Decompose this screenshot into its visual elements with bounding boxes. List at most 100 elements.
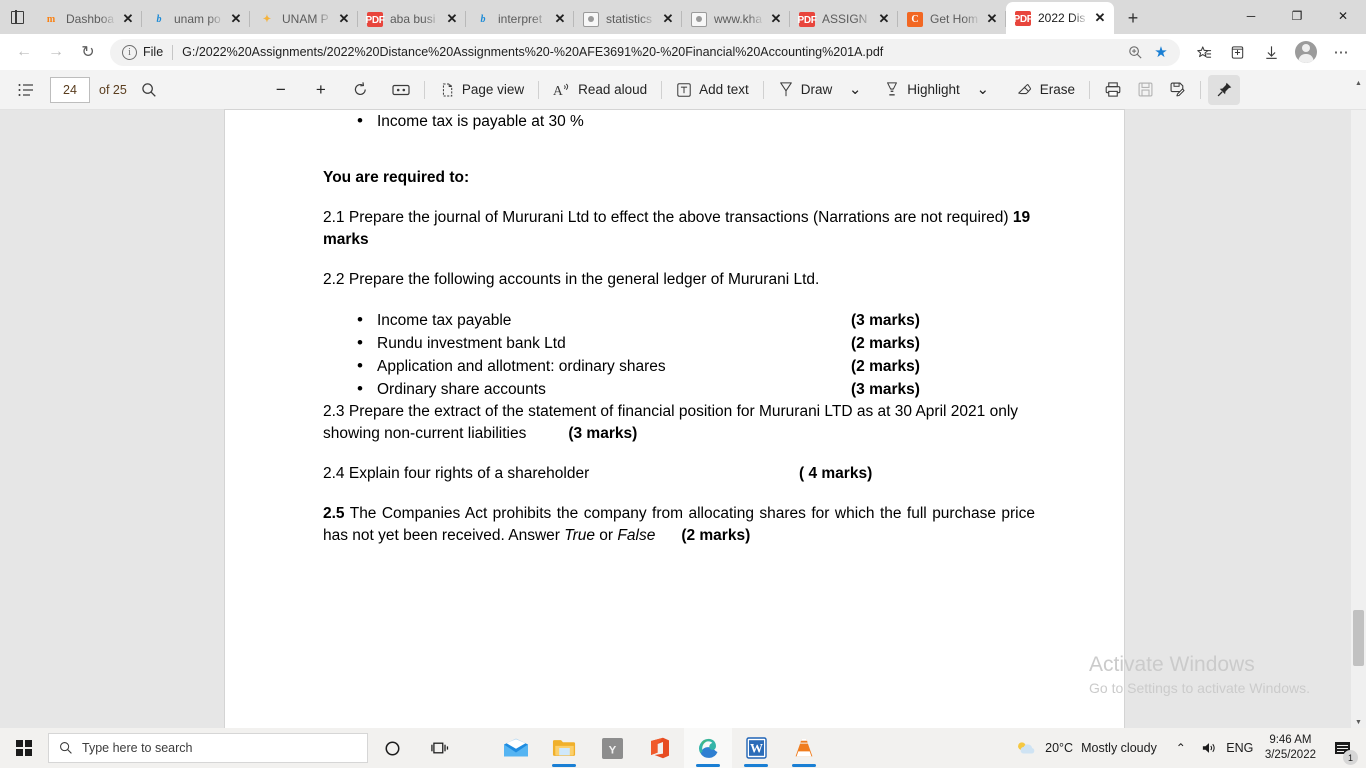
address-bar[interactable]: i File G:/2022%20Assignments/2022%20Dist… (110, 38, 1180, 66)
office-icon[interactable] (636, 728, 684, 768)
browser-tab-8[interactable]: C Get Hom ✕ (898, 4, 1006, 34)
browser-tab-4[interactable]: b interpret ✕ (466, 4, 574, 34)
browser-tab-2[interactable]: ✦ UNAM P ✕ (250, 4, 358, 34)
language-indicator[interactable]: ENG (1223, 728, 1257, 768)
tab-list-icon[interactable] (0, 2, 34, 32)
close-tab-icon[interactable]: ✕ (1092, 10, 1108, 26)
browser-tab-1[interactable]: b unam po ✕ (142, 4, 250, 34)
draw-chevron-down-icon[interactable]: ⌄ (839, 75, 871, 105)
file-explorer-icon[interactable] (540, 728, 588, 768)
close-tab-icon[interactable]: ✕ (120, 11, 136, 27)
browser-tab-6[interactable]: www.kha ✕ (682, 4, 790, 34)
close-tab-icon[interactable]: ✕ (552, 11, 568, 27)
required-heading: You are required to: (323, 169, 470, 186)
downloads-icon[interactable] (1254, 37, 1288, 67)
edge-icon[interactable] (684, 728, 732, 768)
top-bullet-list: Income tax is payable at 30 % (323, 109, 1035, 133)
pdf-viewer: Income tax is payable at 30 % You are re… (0, 109, 1366, 730)
more-icon[interactable]: ⋯ (1324, 37, 1358, 67)
list-item: Application and allotment: ordinary shar… (323, 354, 1035, 378)
q25-marks: (2 marks) (681, 527, 751, 544)
account-marks: (3 marks) (851, 381, 920, 398)
volume-icon[interactable] (1195, 728, 1223, 768)
save-as-icon[interactable] (1161, 75, 1193, 105)
close-tab-icon[interactable]: ✕ (228, 11, 244, 27)
tray-chevron-up-icon[interactable]: ⌃ (1167, 728, 1195, 768)
toolbar-divider (1200, 80, 1202, 99)
mail-icon[interactable] (492, 728, 540, 768)
favorites-icon[interactable] (1186, 37, 1220, 67)
close-window-button[interactable]: ✕ (1320, 0, 1366, 32)
site-info-icon[interactable]: i (122, 44, 137, 60)
rotate-icon[interactable] (345, 75, 377, 105)
zoom-in-button[interactable]: + (305, 75, 337, 105)
close-tab-icon[interactable]: ✕ (876, 11, 892, 27)
vertical-scrollbar[interactable]: ▲ ▼ (1351, 80, 1366, 730)
browser-tab-0[interactable]: m Dashboa ✕ (34, 4, 142, 34)
notification-center-button[interactable]: 1 (1324, 728, 1360, 768)
pdf-page: Income tax is payable at 30 % You are re… (225, 109, 1124, 730)
weather-widget[interactable]: 20°C Mostly cloudy (1005, 740, 1167, 757)
draw-label: Draw (800, 82, 833, 97)
maximize-restore-button[interactable]: ❐ (1274, 0, 1320, 32)
back-icon[interactable]: ← (8, 37, 40, 67)
table-of-contents-icon[interactable] (10, 75, 42, 105)
draw-button[interactable]: Draw (771, 75, 840, 105)
close-tab-icon[interactable]: ✕ (444, 11, 460, 27)
reload-icon[interactable]: ↻ (72, 37, 104, 67)
search-icon[interactable] (133, 75, 165, 105)
word-icon[interactable]: W (732, 728, 780, 768)
windows-start-icon[interactable] (0, 728, 48, 768)
highlight-chevron-down-icon[interactable]: ⌄ (967, 75, 999, 105)
page-view-button[interactable]: Page view (432, 75, 531, 105)
erase-button[interactable]: Erase (1009, 75, 1082, 105)
new-tab-button[interactable]: + (1118, 4, 1148, 32)
browser-tab-7[interactable]: PDF ASSIGN ✕ (790, 4, 898, 34)
page-number-input[interactable]: 24 (50, 76, 90, 103)
q25-text: The Companies Act prohibits the company … (323, 505, 1035, 544)
zoom-out-button[interactable]: − (265, 75, 297, 105)
scroll-up-icon[interactable]: ▲ (1351, 76, 1366, 91)
close-tab-icon[interactable]: ✕ (660, 11, 676, 27)
highlight-button[interactable]: Highlight (877, 75, 967, 105)
taskbar-search-input[interactable]: Type here to search (48, 733, 368, 763)
zoom-icon[interactable] (1122, 40, 1148, 64)
scrollbar-thumb[interactable] (1353, 610, 1364, 666)
browser-tab-5[interactable]: statistics ✕ (574, 4, 682, 34)
taskbar-clock[interactable]: 9:46 AM 3/25/2022 (1257, 733, 1324, 763)
task-view-icon[interactable] (416, 728, 464, 768)
profile-icon[interactable] (1295, 41, 1317, 63)
pin-icon[interactable] (1208, 74, 1241, 105)
add-text-button[interactable]: Add text (669, 75, 756, 105)
yandex-icon[interactable]: Y (588, 728, 636, 768)
tab-title: www.kha (714, 12, 763, 26)
window-controls: ─ ❐ ✕ (1228, 0, 1366, 32)
cortana-icon[interactable] (368, 728, 416, 768)
forward-icon[interactable]: → (40, 37, 72, 67)
read-aloud-button[interactable]: A Read aloud (546, 75, 654, 105)
print-icon[interactable] (1097, 75, 1129, 105)
question-2-3: 2.3 Prepare the extract of the statement… (323, 401, 1035, 445)
browser-tab-strip: m Dashboa ✕ b unam po ✕ ✦ UNAM P ✕ PDF a… (0, 0, 1366, 34)
close-tab-icon[interactable]: ✕ (984, 11, 1000, 27)
star-filled-icon[interactable]: ★ (1148, 40, 1174, 64)
q25-or: or (595, 527, 618, 544)
fit-page-icon[interactable] (385, 75, 417, 105)
erase-label: Erase (1039, 82, 1076, 97)
close-tab-icon[interactable]: ✕ (768, 11, 784, 27)
url-text: G:/2022%20Assignments/2022%20Distance%20… (182, 45, 884, 59)
close-tab-icon[interactable]: ✕ (336, 11, 352, 27)
star-icon: ✦ (262, 13, 272, 25)
vlc-icon[interactable] (780, 728, 828, 768)
search-placeholder: Type here to search (82, 741, 193, 755)
account-marks: (3 marks) (851, 312, 920, 329)
q23-text: 2.3 Prepare the extract of the statement… (323, 403, 1019, 442)
browser-tab-9-active[interactable]: PDF 2022 Dis ✕ (1006, 2, 1114, 34)
collections-icon[interactable] (1220, 37, 1254, 67)
minimize-button[interactable]: ─ (1228, 0, 1274, 32)
browser-tab-3[interactable]: PDF aba busi ✕ (358, 4, 466, 34)
tab-title: Dashboa (66, 12, 115, 26)
tab-title: 2022 Dis (1038, 11, 1086, 25)
tab-title: interpret (498, 12, 543, 26)
svg-text:W: W (750, 741, 763, 756)
